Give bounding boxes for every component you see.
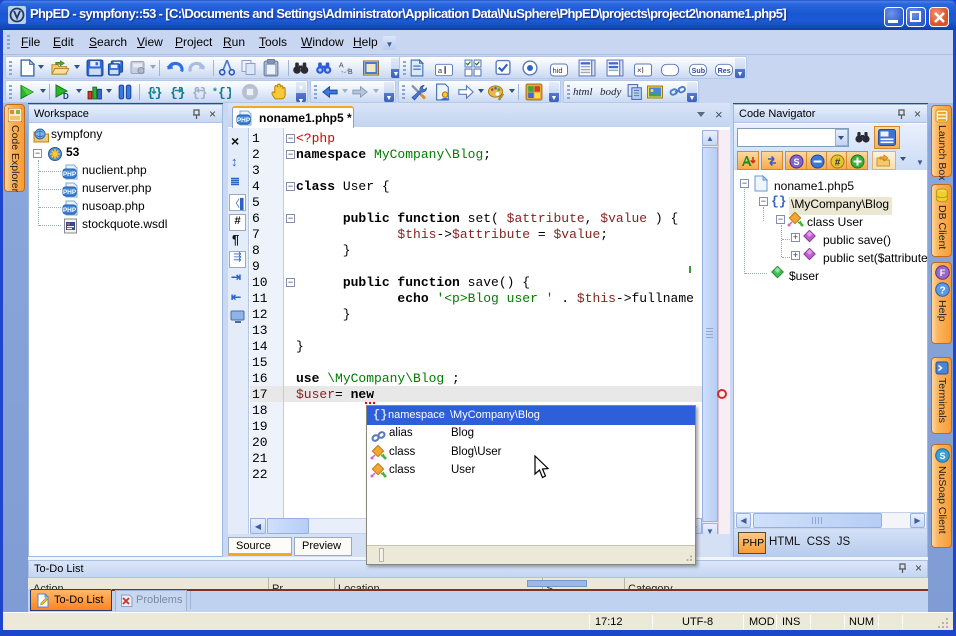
svg-text:{}: {}	[192, 86, 208, 101]
svg-text:PHP: PHP	[63, 189, 77, 196]
svg-text:A: A	[339, 61, 344, 70]
svg-text:D: D	[63, 92, 69, 101]
svg-text:?: ?	[939, 286, 945, 297]
svg-text:*: *	[213, 87, 217, 98]
svg-text:S: S	[793, 157, 799, 167]
svg-text:hid: hid	[553, 66, 563, 75]
svg-text:PHP: PHP	[237, 117, 251, 124]
svg-text:#: #	[834, 158, 840, 169]
svg-text:{}: {}	[218, 86, 231, 101]
svg-text:S: S	[939, 451, 945, 461]
svg-text:×I: ×I	[637, 66, 644, 75]
svg-text:{}: {}	[170, 86, 186, 101]
svg-text:PHP: PHP	[63, 207, 77, 214]
svg-text:F: F	[940, 268, 946, 278]
svg-text:Sub: Sub	[692, 67, 706, 75]
svg-text:PHP: PHP	[63, 171, 77, 178]
svg-text:Res: Res	[718, 67, 731, 75]
